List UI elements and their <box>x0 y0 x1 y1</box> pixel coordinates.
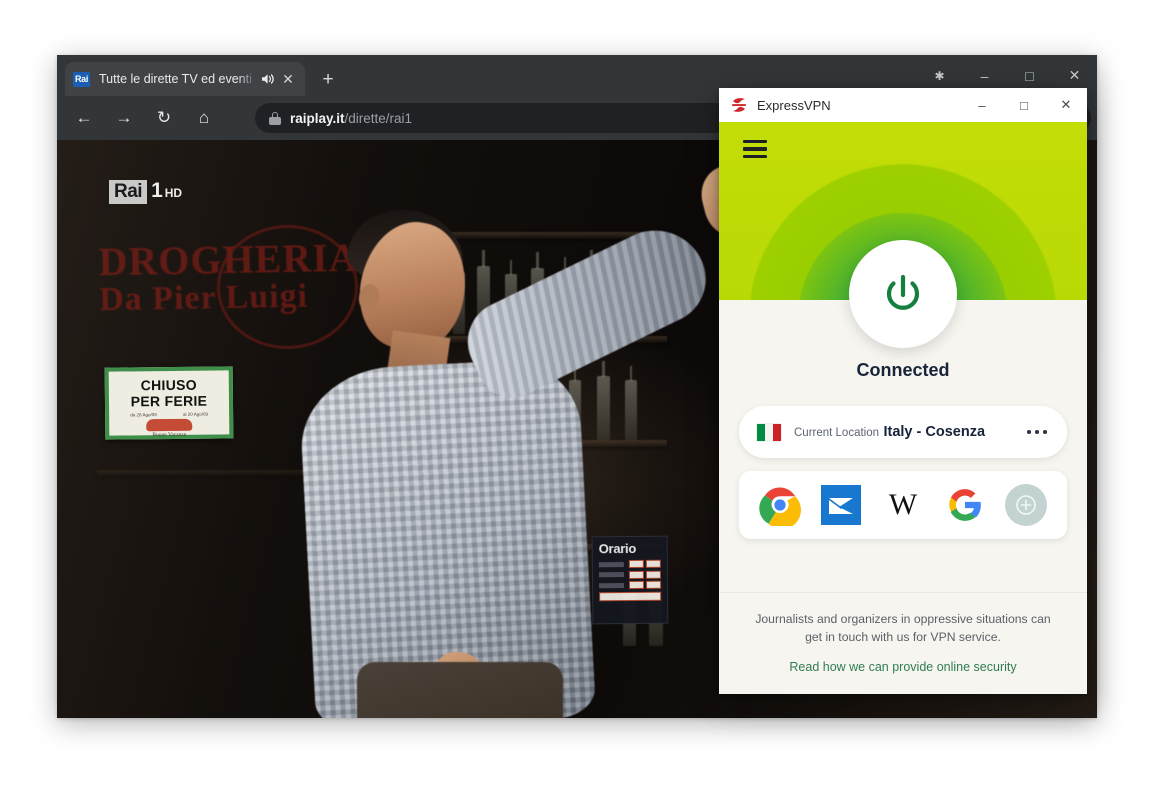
url-path: /dirette/rai1 <box>344 110 413 126</box>
vpn-app-title: ExpressVPN <box>757 97 831 113</box>
vpn-titlebar: ExpressVPN – □ ✕ <box>719 88 1087 122</box>
channel-watermark: Rai 1 HD <box>109 180 182 204</box>
italy-flag-icon <box>757 423 781 441</box>
location-text: Current Location Italy - Cosenza <box>794 423 1025 441</box>
lock-icon <box>269 111 281 125</box>
home-icon[interactable]: ⌂ <box>188 102 220 134</box>
forward-icon[interactable]: → <box>108 102 140 134</box>
vpn-close-button[interactable]: ✕ <box>1045 88 1087 122</box>
power-button-icon <box>886 274 920 310</box>
shortcuts-card: W <box>739 471 1067 539</box>
connection-status: Connected <box>856 360 950 380</box>
vpn-maximize-button[interactable]: □ <box>1003 88 1045 122</box>
placard-line1: CHIUSO <box>140 376 198 394</box>
vpn-minimize-button[interactable]: – <box>961 88 1003 122</box>
google-icon[interactable] <box>943 483 987 527</box>
reload-icon[interactable]: ↻ <box>148 102 180 134</box>
location-label: Current Location <box>794 426 880 439</box>
vpn-footer: Journalists and organizers in oppressive… <box>719 592 1087 694</box>
back-icon[interactable]: ← <box>68 102 100 134</box>
url-host: raiplay.it <box>290 110 345 126</box>
watermark-network: Rai <box>109 180 148 204</box>
browser-tab[interactable]: Rai Tutte le dirette TV ed eventi ✕ <box>65 62 305 96</box>
watermark-quality: HD <box>164 186 183 200</box>
close-icon[interactable]: ✕ <box>279 70 297 88</box>
expressvpn-window: ExpressVPN – □ ✕ Connected Current Locat… <box>719 88 1087 694</box>
person-figure <box>279 140 902 718</box>
expressvpn-logo-icon <box>730 96 748 114</box>
hours-sign-title: Orario <box>598 540 637 557</box>
placard-note: Buone Vacanze <box>152 432 187 439</box>
more-options-icon[interactable] <box>1025 422 1050 443</box>
placard-line2: PER FERIE <box>130 392 208 410</box>
placard-from: da 28 Ago/09 <box>130 412 157 418</box>
footer-note: Journalists and organizers in oppressive… <box>755 612 1051 644</box>
rai-logo-icon: Rai <box>73 71 90 87</box>
current-location-card[interactable]: Current Location Italy - Cosenza <box>739 406 1067 458</box>
online-security-link[interactable]: Read how we can provide online security <box>747 660 1059 674</box>
favicon-text: Rai <box>74 73 89 84</box>
power-button[interactable] <box>849 240 957 348</box>
mail-icon[interactable] <box>819 483 863 527</box>
add-shortcut-icon[interactable] <box>1004 483 1048 527</box>
tab-title: Tutte le dirette TV ed eventi <box>99 72 252 86</box>
placard-to: al 20 Ago/09 <box>182 411 209 418</box>
location-name: Italy - Cosenza <box>883 423 986 440</box>
hamburger-menu-icon[interactable] <box>743 140 767 158</box>
wikipedia-icon[interactable]: W <box>881 483 925 527</box>
placard-car-graphic <box>146 419 193 432</box>
closed-for-holidays-placard: CHIUSO PER FERIE da 28 Ago/09 al 20 Ago/… <box>104 366 234 440</box>
speaker-playing-icon[interactable] <box>259 70 277 88</box>
watermark-channel: 1 <box>151 179 163 202</box>
new-tab-button[interactable]: + <box>315 67 341 93</box>
chrome-icon[interactable] <box>758 483 802 527</box>
opening-hours-sign: Orario <box>591 535 669 625</box>
